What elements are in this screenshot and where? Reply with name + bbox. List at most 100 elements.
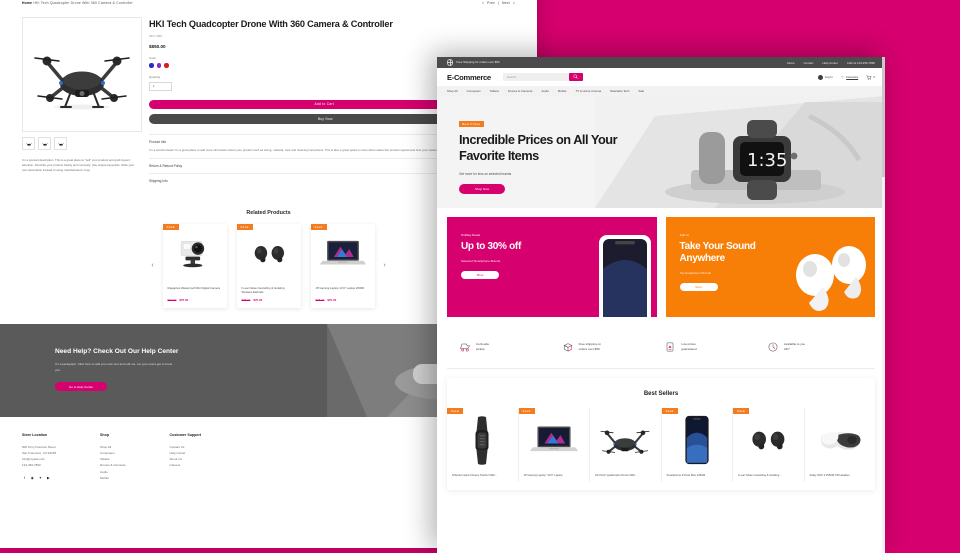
login-button[interactable]: Log In — [817, 74, 833, 80]
related-product-card[interactable]: SALE In-ear Noise Cancelling & Isolating… — [236, 223, 301, 308]
related-product-card[interactable]: SALE Megapixel Waterproof Mini Digital C… — [162, 223, 227, 308]
best-seller-card[interactable]: SALE In-ear Noise Cancelling & Isolating… — [732, 408, 804, 483]
nav-tablets[interactable]: Tablets — [490, 89, 499, 93]
product-name[interactable]: JP Gaming Laptop 13.6" Laptop 2000D — [316, 286, 370, 295]
best-seller-card[interactable]: Safay GDX 2 256GB VR Headset — [803, 408, 876, 483]
product-main-image[interactable] — [22, 17, 142, 132]
product-name[interactable]: JP Gaming Laptop "13.6" Laptop — [519, 468, 590, 478]
product-name[interactable]: In-ear Noise Cancelling & Isolating Wire… — [242, 286, 296, 295]
footer-link[interactable]: Mobile — [100, 475, 126, 481]
next-arrow-icon[interactable]: > — [513, 1, 515, 5]
breadcrumb[interactable]: Home HKI Tech Quadcopter Drone With 360 … — [22, 1, 133, 5]
thumbnail-2[interactable] — [38, 137, 51, 150]
product-name[interactable]: Fitbook Inspire Fitness Tracker With... — [447, 468, 518, 478]
topbar-link-contact[interactable]: Contact — [803, 61, 813, 65]
twitter-icon[interactable]: ✦ — [38, 476, 43, 481]
login-label[interactable]: Log In — [825, 75, 833, 79]
hero-subtext: Get more for less on selected brands — [459, 172, 512, 177]
desktop-background: Home HKI Tech Quadcopter Drone With 360 … — [0, 0, 960, 553]
promo-cards: Holiday Deals Up to 30% off Selected Sma… — [437, 208, 885, 317]
product-name[interactable]: In-ear Noise Cancelling & Isolating... — [733, 468, 804, 478]
color-swatch-red[interactable] — [164, 63, 169, 68]
nav-computers[interactable]: Computers — [467, 89, 481, 93]
product-name[interactable]: Smartphone Z Pixel Max 128GB — [662, 468, 733, 478]
topbar-link-about[interactable]: About — [787, 61, 795, 65]
promo-card-holiday-deals[interactable]: Holiday Deals Up to 30% off Selected Sma… — [447, 217, 657, 317]
facebook-icon[interactable]: f — [22, 476, 27, 481]
hero-badge: Best Prices — [459, 120, 484, 128]
footer-heading: Customer Support — [169, 432, 202, 437]
thumbnail-3[interactable] — [54, 137, 67, 150]
product-name[interactable]: Safay GDX 2 256GB VR Headset — [805, 468, 876, 478]
next-label[interactable]: Next — [502, 1, 510, 5]
old-price: $88.00 — [241, 297, 251, 302]
footer-item: 500 Terry Francois Street — [22, 444, 56, 449]
nav-wearable-tech[interactable]: Wearable Tech — [610, 89, 629, 93]
favorites-label[interactable]: Favorites — [846, 75, 858, 79]
nav-sale[interactable]: Sale — [638, 89, 644, 93]
cart-button[interactable]: 0 — [866, 74, 875, 80]
curbside-pickup-icon — [460, 343, 470, 352]
carousel-next-icon[interactable]: › — [381, 262, 389, 269]
old-price: $95.00 — [315, 297, 325, 302]
promo-shop-button[interactable]: Shop — [679, 282, 718, 291]
quantity-input[interactable]: 1 — [149, 81, 172, 91]
breadcrumb-home[interactable]: Home — [22, 1, 32, 5]
youtube-icon[interactable]: ▶ — [46, 476, 51, 481]
nav-shop-all[interactable]: Shop All — [447, 89, 458, 93]
shipping-note: Free Shipping for orders over $50 — [456, 60, 500, 65]
hero-banner: 1:35 Best Prices Incredible Prices on Al… — [437, 96, 885, 208]
search-button[interactable] — [568, 73, 583, 81]
favorites-link[interactable]: ♡ Favorites — [841, 75, 858, 80]
promo-card-take-your-sound[interactable]: Just In Take Your Sound Anywhere Top Hea… — [665, 217, 875, 317]
go-to-help-center-button[interactable]: Go to Help Center — [55, 381, 107, 392]
topbar-call-us[interactable]: Call Us 123-456-7890 — [847, 61, 875, 65]
color-swatch-blue[interactable] — [149, 63, 154, 68]
page-scrollbar[interactable] — [882, 57, 885, 553]
help-heading: Need Help? Check Out Our Help Center — [55, 347, 179, 355]
best-seller-card[interactable]: SALE Fitbook Inspire Fitness Tracker Wit… — [447, 408, 518, 482]
promo-kicker: Just In — [679, 233, 689, 237]
instagram-icon[interactable]: ◉ — [30, 476, 35, 481]
shop-now-button[interactable]: Shop Now — [459, 184, 505, 194]
footer-item[interactable]: 123-456-7890 — [22, 462, 56, 468]
topbar-link-help-center[interactable]: Help Center — [822, 61, 837, 65]
best-sellers-section: Best Sellers SALE Fitbook Inspire Fitnes — [447, 378, 876, 491]
product-name[interactable]: HKI Tech Quadcopter Drone With... — [590, 468, 661, 478]
promo-heading: Take Your Sound Anywhere — [679, 241, 756, 264]
carousel-prev-icon[interactable]: ‹ — [149, 262, 157, 269]
breadcrumb-current: HKI Tech Quadcopter Drone With 360 Camer… — [33, 1, 133, 5]
footer-link[interactable]: Careers — [170, 462, 202, 468]
pagination[interactable]: < Prev | Next > — [482, 1, 515, 5]
best-seller-card[interactable]: SALE Smartphone Z Pixel Max 128GB — [660, 408, 733, 483]
nav-audio[interactable]: Audio — [542, 89, 549, 93]
footer-link[interactable]: Drones & Cameras — [100, 462, 126, 468]
nav-mobile[interactable]: Mobile — [558, 89, 567, 93]
search-icon — [573, 74, 579, 80]
prev-label[interactable]: Prev — [487, 1, 495, 5]
product-gallery[interactable]: I'm a product description. This is a gre… — [22, 17, 142, 188]
color-swatch-purple[interactable] — [156, 63, 161, 68]
related-product-card[interactable]: SALE JP Gaming Laptop 13.6" Laptop 2000D… — [310, 223, 375, 308]
best-seller-card[interactable]: HKI Tech Quadcopter Drone With... — [589, 408, 661, 483]
prev-arrow-icon[interactable]: < — [482, 1, 484, 5]
cart-count: 0 — [873, 75, 875, 79]
product-name[interactable]: Megapixel Waterproof Mini Digital Camera — [168, 286, 222, 295]
promo-sub: Selected Smartphone Brands — [461, 258, 501, 263]
nav-drones-cameras[interactable]: Drones & Cameras — [508, 89, 533, 93]
thumbnail-1[interactable] — [22, 137, 35, 150]
feature-curbside-pickup: Curb-side pickup — [459, 341, 555, 353]
home-page-window[interactable]: Free Shipping for orders over $50 About … — [437, 57, 885, 553]
earbuds-illustration — [752, 431, 785, 450]
low-prices-icon — [667, 342, 674, 352]
search-input[interactable]: Search... — [502, 73, 569, 81]
sale-badge: SALE — [162, 223, 179, 231]
scrollbar-thumb[interactable] — [882, 57, 885, 177]
main-nav[interactable]: Shop All Computers Tablets Drones & Came… — [437, 86, 885, 96]
nav-tv-home-cinema[interactable]: TV & Home Cinema — [575, 89, 601, 93]
social-links[interactable]: f ◉ ✦ ▶ — [22, 476, 56, 481]
thumbnail-strip[interactable] — [22, 137, 140, 150]
best-seller-card[interactable]: SALE JP Gaming Laptop "13.6" Laptop — [517, 408, 590, 483]
site-logo[interactable]: E-Commerce — [447, 73, 491, 82]
promo-shop-button[interactable]: Shop — [461, 270, 499, 280]
